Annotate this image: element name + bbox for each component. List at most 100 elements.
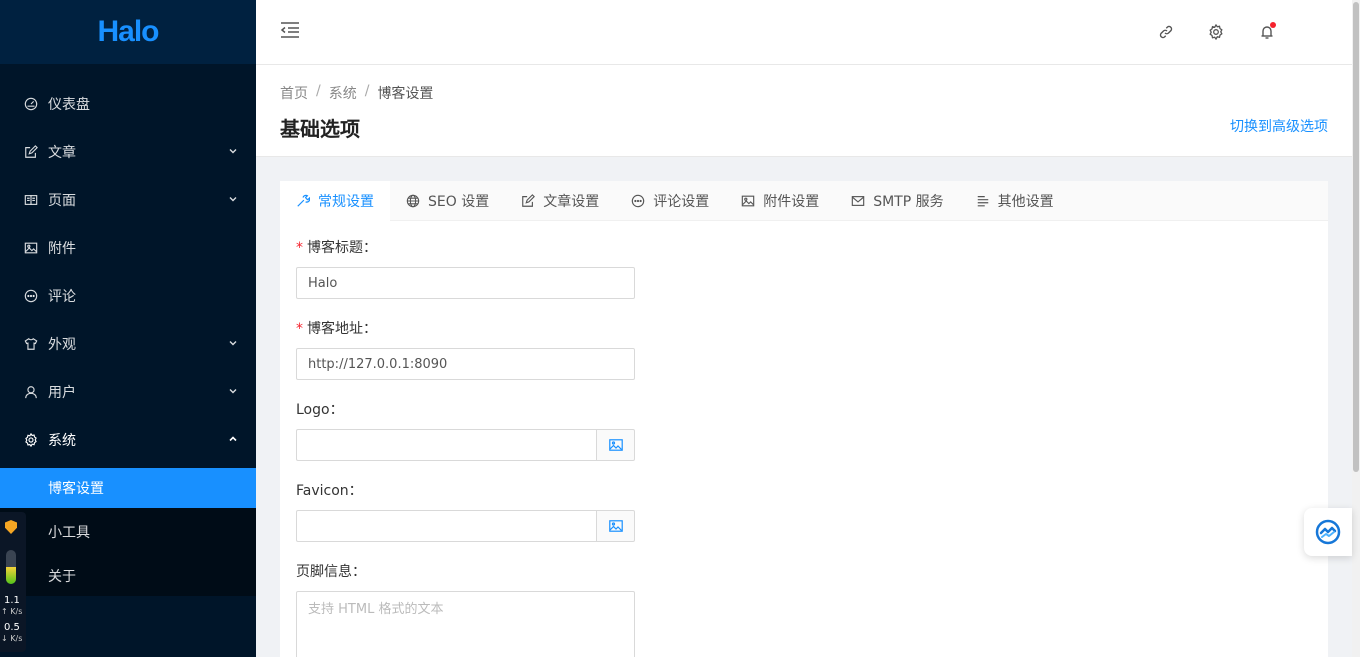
sidebar-item-dashboard[interactable]: 仪表盘 bbox=[0, 80, 256, 128]
sidebar-item-label: 评论 bbox=[48, 289, 76, 305]
download-speed: 0.5 bbox=[4, 622, 20, 633]
sidebar-item-about[interactable]: 关于 bbox=[0, 556, 256, 596]
upload-unit: ↑ K/s bbox=[1, 607, 23, 616]
message-icon bbox=[24, 289, 38, 303]
sidebar-item-system[interactable]: 系统 bbox=[0, 416, 256, 464]
chevron-down-icon bbox=[229, 341, 237, 346]
sidebar-item-label: 附件 bbox=[48, 241, 76, 257]
settings-card: 常规设置 SEO 设置 文章设置 评论设置 附件设置 SMTP 服务 其他设置 … bbox=[280, 181, 1328, 657]
breadcrumb-current: 博客设置 bbox=[377, 86, 434, 102]
logo-input-group bbox=[296, 429, 635, 461]
sidebar-item-blog-settings[interactable]: 博客设置 bbox=[0, 468, 256, 508]
breadcrumb-home[interactable]: 首页 bbox=[280, 83, 308, 103]
tab-label: SMTP 服务 bbox=[873, 194, 944, 210]
tab-label: 其他设置 bbox=[997, 194, 1054, 210]
upload-speed: 1.1 bbox=[4, 595, 20, 606]
footer-label: 页脚信息： bbox=[296, 564, 366, 580]
page-header: 首页 / 系统 / 博客设置 基础选项 切换到高级选项 bbox=[256, 65, 1352, 157]
favicon-input[interactable] bbox=[296, 510, 596, 542]
tab-attachment[interactable]: 附件设置 bbox=[725, 181, 835, 221]
sidebar-item-users[interactable]: 用户 bbox=[0, 368, 256, 416]
mail-icon bbox=[851, 194, 865, 208]
footer-textarea[interactable]: 支持 HTML 格式的文本 bbox=[296, 591, 635, 657]
chevron-down-icon bbox=[229, 149, 237, 154]
tab-label: 常规设置 bbox=[318, 194, 374, 210]
tab-label: 文章设置 bbox=[543, 194, 600, 210]
tab-label: 附件设置 bbox=[763, 194, 820, 210]
sidebar-item-appearance[interactable]: 外观 bbox=[0, 320, 256, 368]
menu-fold-icon[interactable] bbox=[280, 21, 300, 39]
general-settings-form: * 博客标题： Halo * 博客地址： http://127.0.0.1:8090… bbox=[296, 237, 896, 657]
sidebar-item-attachments[interactable]: 附件 bbox=[0, 224, 256, 272]
tab-label: SEO 设置 bbox=[428, 194, 490, 210]
blog-url-input[interactable]: http://127.0.0.1:8090 bbox=[296, 348, 635, 380]
tab-seo[interactable]: SEO 设置 bbox=[390, 181, 505, 221]
settings-tabs: 常规设置 SEO 设置 文章设置 评论设置 附件设置 SMTP 服务 其他设置 bbox=[280, 181, 1328, 221]
picture-icon bbox=[24, 241, 38, 255]
logo-input[interactable] bbox=[296, 429, 596, 461]
read-icon bbox=[24, 193, 38, 207]
picture-icon bbox=[741, 194, 755, 208]
sidebar-item-label: 文章 bbox=[48, 145, 76, 161]
setting-icon[interactable] bbox=[1208, 24, 1224, 40]
sidebar-item-label: 外观 bbox=[48, 337, 76, 353]
level-bar bbox=[6, 550, 16, 584]
global-icon bbox=[406, 194, 420, 208]
message-icon bbox=[631, 194, 645, 208]
blog-title-label: * 博客标题： bbox=[296, 237, 896, 259]
assistant-icon bbox=[1315, 519, 1341, 545]
sidebar-item-comments[interactable]: 评论 bbox=[0, 272, 256, 320]
level-bar-fill bbox=[6, 567, 16, 584]
sidebar-item-label: 系统 bbox=[48, 433, 76, 449]
page-title: 基础选项 bbox=[280, 117, 360, 141]
logo[interactable]: Halo bbox=[0, 0, 256, 64]
edit-icon bbox=[24, 145, 38, 159]
sidebar-item-pages[interactable]: 页面 bbox=[0, 176, 256, 224]
logo-text: Halo bbox=[97, 15, 159, 48]
top-header bbox=[256, 0, 1352, 65]
breadcrumb-system[interactable]: 系统 bbox=[329, 83, 357, 103]
align-left-icon bbox=[976, 194, 990, 208]
tab-smtp[interactable]: SMTP 服务 bbox=[835, 181, 959, 221]
skin-icon bbox=[24, 337, 38, 351]
sidebar-menu: 仪表盘 文章 页面 附件 评论 外观 用户 系统 博客设置 小工具 关于 bbox=[0, 64, 256, 596]
logo-label: Logo： bbox=[296, 402, 344, 418]
notification-dot bbox=[1270, 22, 1276, 28]
scrollbar-thumb[interactable] bbox=[1353, 2, 1359, 472]
sidebar-item-label: 页面 bbox=[48, 193, 76, 209]
shield-icon bbox=[5, 520, 17, 534]
logo-picker-button[interactable] bbox=[596, 429, 635, 461]
tab-comment[interactable]: 评论设置 bbox=[615, 181, 725, 221]
switch-advanced-link[interactable]: 切换到高级选项 bbox=[1230, 116, 1328, 136]
favicon-picker-button[interactable] bbox=[596, 510, 635, 542]
label-text: 博客地址： bbox=[307, 321, 377, 337]
chevron-down-icon bbox=[229, 197, 237, 202]
breadcrumb-separator: / bbox=[316, 83, 321, 99]
sidebar-item-label: 用户 bbox=[48, 385, 76, 401]
network-monitor-widget[interactable]: 1.1 ↑ K/s 0.5 ↓ K/s bbox=[0, 512, 26, 652]
required-mark: * bbox=[296, 321, 303, 337]
sidebar: Halo 仪表盘 文章 页面 附件 评论 外观 用户 系统 博客设置 小工具 关… bbox=[0, 0, 256, 657]
favicon-label: Favicon： bbox=[296, 483, 363, 499]
tab-other[interactable]: 其他设置 bbox=[960, 181, 1070, 221]
page-scrollbar[interactable] bbox=[1352, 0, 1360, 657]
required-mark: * bbox=[296, 240, 303, 256]
sidebar-item-posts[interactable]: 文章 bbox=[0, 128, 256, 176]
setting-icon bbox=[24, 433, 38, 447]
form-icon bbox=[521, 194, 536, 208]
blog-url-label: * 博客地址： bbox=[296, 318, 896, 340]
sidebar-item-widgets[interactable]: 小工具 bbox=[0, 512, 256, 552]
breadcrumb-separator: / bbox=[364, 83, 370, 99]
favicon-input-group bbox=[296, 510, 635, 542]
picture-icon bbox=[608, 439, 623, 451]
download-unit: ↓ K/s bbox=[1, 634, 23, 643]
tab-general[interactable]: 常规设置 bbox=[280, 181, 390, 221]
tab-post[interactable]: 文章设置 bbox=[505, 181, 615, 221]
picture-icon bbox=[608, 520, 623, 532]
sidebar-item-label: 仪表盘 bbox=[48, 97, 90, 113]
link-icon[interactable] bbox=[1158, 24, 1174, 40]
label-text: 博客标题： bbox=[307, 240, 377, 256]
blog-title-input[interactable]: Halo bbox=[296, 267, 635, 299]
floating-assistant-button[interactable] bbox=[1304, 508, 1352, 556]
tool-icon bbox=[296, 194, 310, 208]
